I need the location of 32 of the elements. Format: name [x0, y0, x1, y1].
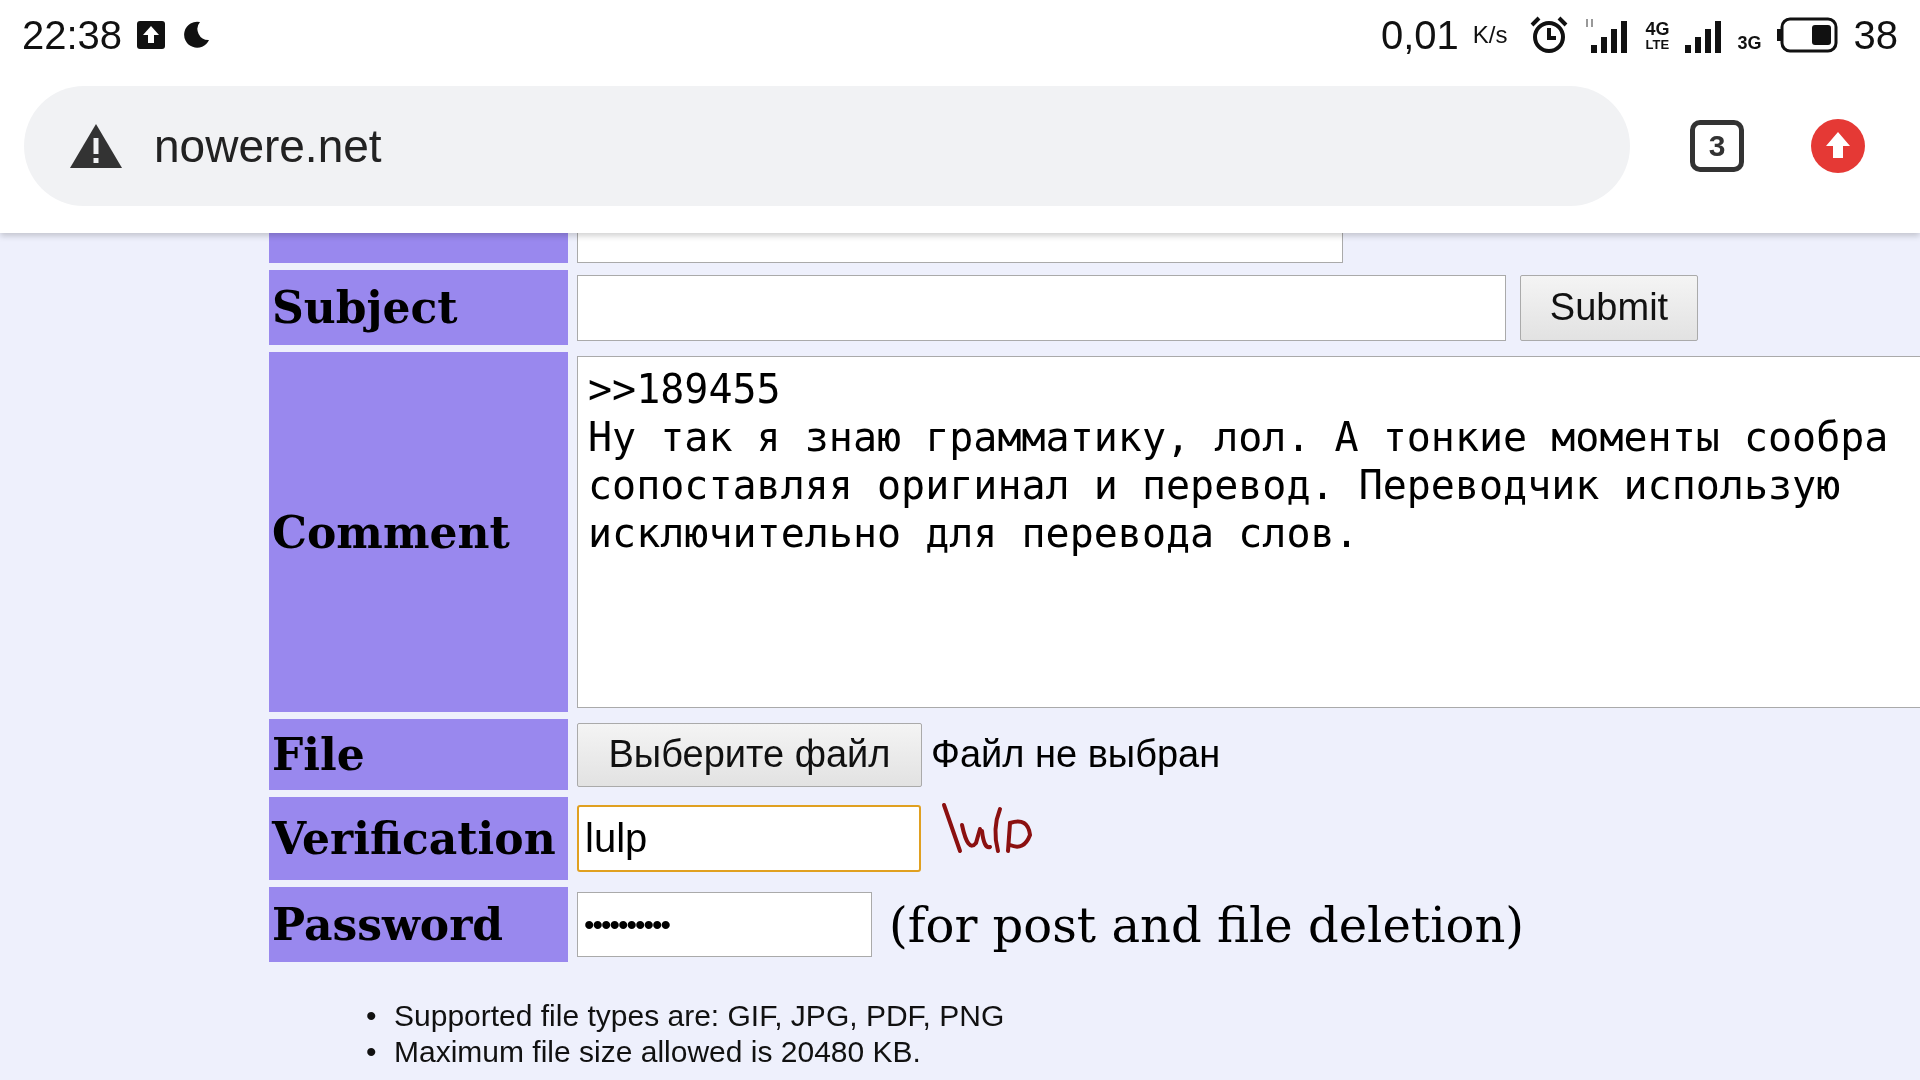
rules-item: Supported file types are: GIF, JPG, PDF, PNG: [394, 998, 1005, 1034]
label-cell: File: [269, 719, 568, 790]
label-cell: Comment: [269, 352, 568, 712]
battery-icon: [1775, 17, 1840, 53]
choose-file-button[interactable]: Выберите файл: [577, 722, 922, 787]
verification-field[interactable]: lulp: [577, 805, 921, 872]
speed-unit: K/s: [1472, 21, 1508, 49]
file-status: Файл не выбран: [931, 733, 1221, 776]
submit-button[interactable]: Submit: [1520, 274, 1698, 341]
label-cell: Subject: [269, 270, 568, 345]
upload-icon[interactable]: [1810, 117, 1866, 174]
network-subtype: LTE: [1645, 37, 1670, 51]
upload-icon: [136, 20, 167, 50]
password-note: (for post and file deletion): [889, 896, 1524, 953]
rules-item: Maximum file size allowed is 20480 KB.: [394, 1034, 921, 1070]
network-type: 3G: [1737, 33, 1762, 54]
network-type: 4G: [1645, 19, 1670, 38]
comment-textarea[interactable]: >>189455 Ну так я знаю грамматику, лол. А тонкие моменты сообра сопоставляя оригинал и перевод. Переводчик использую исключительно для перевода слов.: [577, 356, 1920, 708]
password-field[interactable]: ••••••••••: [577, 892, 872, 957]
battery-level: 38: [1853, 12, 1898, 58]
address-bar[interactable]: nowere.net: [24, 85, 1630, 206]
bullet: •: [366, 1034, 378, 1070]
bullet: •: [366, 998, 378, 1034]
label-cell: Verification: [269, 797, 568, 880]
url-text: nowere.net: [154, 118, 382, 173]
network-speed: 0,01: [1380, 12, 1459, 58]
clock-time: 22:38: [22, 12, 123, 58]
alarm-icon: [1529, 15, 1570, 55]
subject-field[interactable]: [577, 274, 1506, 341]
tab-count-button[interactable]: 3: [1690, 119, 1744, 172]
label-cell: Password: [269, 887, 568, 962]
text-field[interactable]: [577, 233, 1343, 263]
